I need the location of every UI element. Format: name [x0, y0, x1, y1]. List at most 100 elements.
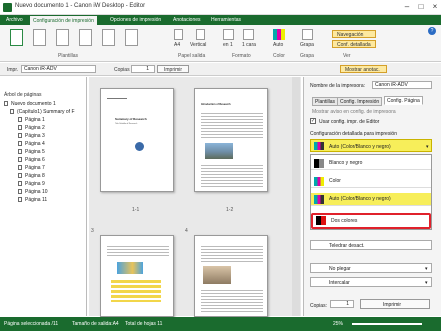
tree-page-item[interactable]: Página 10 [18, 189, 48, 195]
staple-value[interactable]: Grapa [300, 42, 314, 48]
printer-name-select[interactable]: Canon iR-ADV [372, 81, 432, 89]
option-label: Color [329, 178, 341, 184]
page-thumbnail[interactable] [100, 235, 174, 317]
tree-page-item[interactable]: Página 4 [18, 141, 45, 147]
tree-item-label: Nuevo documento 1 [11, 101, 56, 107]
collate-select-value: Intercalar [329, 280, 350, 286]
tree-item-label: Página 6 [25, 157, 45, 163]
option-label: Auto (Color/Blanco y negro) [329, 196, 391, 202]
page-icon [18, 133, 22, 139]
printer-select[interactable]: Canon iR-ADV [21, 65, 96, 73]
template-icon[interactable] [56, 29, 69, 46]
page-icon [18, 141, 22, 147]
option-dos-colores[interactable]: Dos colores [311, 213, 431, 229]
tree-item-label: Página 8 [25, 173, 45, 179]
zoom-slider[interactable] [352, 323, 422, 325]
bw-icon [314, 159, 324, 168]
detail-label: Conf. detallada [337, 42, 371, 48]
option-auto[interactable]: Auto (Color/Blanco y negro) [311, 193, 431, 206]
window-title: Nuevo documento 1 - Canon iW Desktop - E… [15, 3, 146, 9]
tab-archivo[interactable]: Archivo [3, 15, 26, 25]
tree-item-label: Página 4 [25, 141, 45, 147]
template-icon[interactable] [10, 29, 23, 46]
tab-anotaciones[interactable]: Anotaciones [170, 15, 204, 25]
minimize-button[interactable]: – [402, 2, 412, 12]
page-icon [18, 181, 22, 187]
tab-configuracion-impresion[interactable]: Configuración de impresión [30, 15, 97, 25]
template-icon[interactable] [79, 29, 92, 46]
staple-icon[interactable] [302, 29, 313, 40]
tree-page-item[interactable]: Página 2 [18, 125, 45, 131]
tree-page-item[interactable]: Página 6 [18, 157, 45, 163]
tree-page-item[interactable]: Página 9 [18, 181, 45, 187]
color-value[interactable]: Auto [273, 42, 283, 48]
page-icon [18, 117, 22, 123]
copies-stepper[interactable]: 1 [330, 300, 354, 308]
layout-icon[interactable] [223, 29, 234, 40]
tree-chapter[interactable]: (Capítulo1) Summary of F [10, 109, 75, 115]
tree-page-item[interactable]: Página 7 [18, 165, 45, 171]
paper-size-icon[interactable] [174, 29, 183, 40]
tree-item-label: Página 11 [25, 197, 48, 203]
document-view: Summary of Research Title Subtitle of Re… [89, 77, 301, 317]
orientation[interactable]: Vertical [190, 42, 206, 48]
sides-value[interactable]: 1 cara [242, 42, 256, 48]
orientation-icon[interactable] [196, 29, 205, 40]
template-icon[interactable] [102, 29, 115, 46]
page-number: 4 [185, 228, 188, 234]
page-icon [18, 197, 22, 203]
page-thumbnail[interactable]: Summary of Research Title Subtitle of Re… [100, 88, 174, 192]
status-bar: Página seleccionada /11 Tamaño de salida… [0, 317, 441, 331]
chevron-down-icon: ▾ [425, 266, 428, 272]
collate-select[interactable]: Intercalar ▾ [310, 277, 432, 287]
auto-color-icon [314, 195, 324, 204]
fold-select-value: No plegar [329, 266, 351, 272]
color-icon[interactable] [273, 29, 285, 40]
option-label: Blanco y negro [329, 160, 363, 166]
option-label: Dos colores [331, 218, 358, 224]
vertical-scrollbar[interactable] [292, 77, 300, 316]
fold-select[interactable]: No plegar ▾ [310, 263, 432, 273]
option-color[interactable]: Color [311, 175, 431, 188]
tree-page-item[interactable]: Página 11 [18, 197, 47, 203]
staple-select-value: Teledrar desact. [329, 243, 365, 249]
print-button[interactable]: Imprimir [360, 299, 430, 309]
color-icon [314, 177, 324, 186]
status-total: Total de hojas 11 [125, 321, 163, 327]
color-mode-select[interactable]: Auto (Color/Blanco y negro) ▾ [310, 139, 432, 152]
page-number: 1-2 [226, 207, 234, 213]
tree-page-item[interactable]: Página 8 [18, 173, 45, 179]
sides-icon[interactable] [243, 29, 254, 40]
use-config-checkbox[interactable]: ✓ [310, 118, 316, 124]
group-label-papel: Papel salida [178, 53, 206, 59]
detail-settings-button[interactable]: Conf. detallada [332, 40, 376, 48]
tree-root[interactable]: Nuevo documento 1 [4, 101, 56, 107]
page-icon [4, 101, 8, 107]
tab-config-pagina[interactable]: Config. Página [384, 96, 423, 105]
tab-plantillas[interactable]: Plantillas [312, 97, 339, 106]
tab-config-impresion[interactable]: Config. Impresión [337, 97, 383, 106]
page-thumbnail[interactable] [194, 235, 268, 317]
tree-page-item[interactable]: Página 5 [18, 149, 45, 155]
page-title: Introduction of Research [201, 103, 231, 106]
tree-item-label: Página 2 [25, 125, 45, 131]
paper-size[interactable]: A4 [174, 42, 180, 48]
nav-button[interactable]: Navegación [332, 30, 376, 38]
maximize-button[interactable]: □ [416, 2, 426, 12]
template-icon[interactable] [125, 29, 138, 46]
tab-opciones-impresion[interactable]: Opciones de impresión [107, 15, 164, 25]
staple-select[interactable]: Teledrar desact. [310, 240, 432, 250]
help-icon[interactable]: ? [428, 27, 436, 35]
copies-stepper[interactable]: 1 [131, 65, 155, 73]
text-block [201, 288, 263, 314]
layout-value[interactable]: en 1 [223, 42, 233, 48]
tab-herramientas[interactable]: Herramientas [208, 15, 244, 25]
show-annotations-button[interactable]: Mostrar anotac. [340, 65, 387, 73]
print-button[interactable]: Imprimir [157, 65, 189, 73]
page-thumbnail[interactable]: Introduction of Research [194, 88, 268, 192]
tree-page-item[interactable]: Página 1 [18, 117, 45, 123]
template-icon[interactable] [33, 29, 46, 46]
close-button[interactable]: × [430, 2, 440, 12]
option-blanco-y-negro[interactable]: Blanco y negro [311, 157, 431, 170]
tree-page-item[interactable]: Página 3 [18, 133, 45, 139]
